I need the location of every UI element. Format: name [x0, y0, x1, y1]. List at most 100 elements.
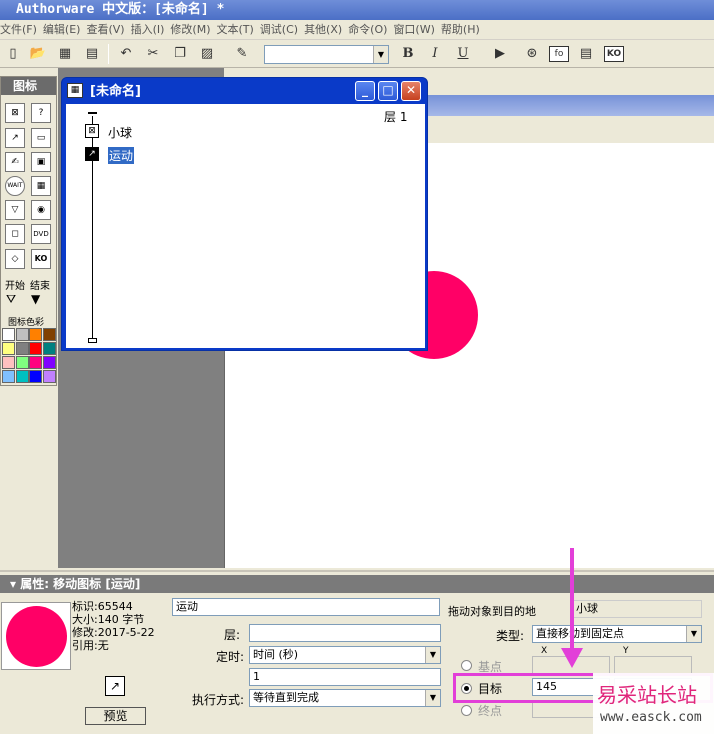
menu-item[interactable]: 文本(T) [216, 20, 259, 40]
end-flag-icon[interactable]: ▼ [31, 292, 40, 306]
bold-button[interactable]: B [398, 44, 418, 64]
icon-label-ball[interactable]: 小球 [108, 124, 132, 141]
toolbar: ▯ 📂 ▦ ▤ ↶ ✂ ❐ ▨ ✎ ▼ B I U ▶ ⊛ fo ▤ KO [0, 40, 714, 68]
icon-label-motion[interactable]: 运动 [108, 147, 135, 164]
font-style-combo[interactable]: ▼ [264, 45, 389, 64]
save-all-icon[interactable]: ▦ [55, 44, 75, 64]
color-swatch[interactable] [29, 370, 42, 383]
color-swatch[interactable] [29, 328, 42, 341]
italic-button[interactable]: I [425, 44, 445, 64]
open-folder-icon[interactable]: 📂 [28, 44, 48, 64]
menu-item[interactable]: 文件(F) [0, 20, 43, 40]
icon-name-field[interactable]: 运动 [172, 598, 440, 616]
minimize-button[interactable]: _ [355, 81, 375, 101]
control-panel-icon[interactable]: ⊛ [522, 44, 542, 64]
motion-type-value: 直接移动到固定点 [536, 627, 624, 640]
navigate-icon[interactable]: ▽ [5, 200, 25, 220]
info-size: 大小:140 字节 [72, 613, 145, 626]
menu-item[interactable]: 修改(M) [170, 20, 216, 40]
timing-value-field[interactable]: 1 [249, 668, 441, 686]
layer-field[interactable] [249, 624, 441, 642]
icon-preview [1, 602, 71, 670]
undo-icon[interactable]: ↶ [116, 44, 136, 64]
color-swatch[interactable] [42, 342, 56, 355]
color-swatch[interactable] [42, 328, 56, 341]
motion-type-select[interactable]: 直接移动到固定点 ▼ [532, 625, 702, 643]
digital-movie-icon[interactable]: ▦ [31, 176, 51, 196]
motion-icon[interactable]: ↗ [5, 128, 25, 148]
start-flag-icon[interactable]: ⛛ [6, 292, 16, 307]
collapse-icon[interactable]: ▾ [10, 577, 20, 591]
watermark-text: 易采站长站 [597, 683, 697, 707]
execution-label: 执行方式: [192, 693, 245, 707]
calculation-icon[interactable]: ✍ [5, 152, 25, 172]
copy-icon[interactable]: ❐ [170, 44, 190, 64]
erase-icon[interactable]: ▭ [31, 128, 51, 148]
color-swatch[interactable] [15, 328, 29, 341]
ball-preview-graphic [6, 606, 67, 667]
display-icon[interactable]: ⊠ [5, 103, 25, 123]
x-column-header: X [541, 646, 548, 656]
color-swatch[interactable] [15, 356, 29, 369]
color-swatch[interactable] [29, 342, 42, 355]
new-file-icon[interactable]: ▯ [3, 44, 23, 64]
cut-icon[interactable]: ✂ [143, 44, 163, 64]
underline-button[interactable]: U [453, 44, 473, 64]
menu-item[interactable]: 编辑(E) [43, 20, 87, 40]
preview-button[interactable]: 预览 [85, 707, 146, 725]
menu-bar: 文件(F) 编辑(E) 查看(V) 插入(I) 修改(M) 文本(T) 调试(C) 其他(X)… [0, 20, 714, 40]
type-label: 类型: [496, 629, 525, 643]
base-radio[interactable] [461, 660, 472, 671]
paste-icon[interactable]: ▨ [197, 44, 217, 64]
menu-item[interactable]: 窗口(W) [393, 20, 440, 40]
menu-item[interactable]: 调试(C) [260, 20, 304, 40]
color-swatch[interactable] [2, 328, 15, 341]
knowledge-object-icon[interactable]: KO [31, 249, 51, 269]
menu-item[interactable]: 查看(V) [86, 20, 130, 40]
chevron-down-icon: ▼ [686, 626, 701, 642]
chevron-down-icon: ▼ [425, 647, 440, 663]
map-icon[interactable]: ▣ [31, 152, 51, 172]
info-id: 标识:65544 [72, 600, 133, 613]
framework-icon[interactable]: ◻ [5, 224, 25, 244]
sound-icon[interactable]: ◉ [31, 200, 51, 220]
watermark-url: www.easck.com [600, 710, 702, 725]
color-swatch[interactable] [2, 370, 15, 383]
execution-select[interactable]: 等待直到完成 ▼ [249, 689, 441, 707]
color-swatch[interactable] [2, 342, 15, 355]
find-icon[interactable]: ✎ [232, 44, 252, 64]
video-icon[interactable]: DVD [31, 224, 51, 244]
color-swatch[interactable] [29, 356, 42, 369]
interaction-icon[interactable]: ◇ [5, 249, 25, 269]
functions-button[interactable]: fo [549, 46, 569, 62]
color-swatch[interactable] [15, 342, 29, 355]
app-title-bar: Authorware 中文版：[未命名] * [0, 0, 714, 20]
display-icon[interactable]: ⊠ [85, 124, 99, 138]
timing-select[interactable]: 时间 (秒) ▼ [249, 646, 441, 664]
properties-title-text: 属性: 移动图标 [运动] [20, 577, 141, 591]
knowledge-objects-button[interactable]: KO [604, 46, 624, 62]
motion-icon: ↗ [105, 676, 125, 696]
import-icon[interactable]: ▤ [82, 44, 102, 64]
decision-icon[interactable]: ? [31, 103, 51, 123]
close-button[interactable]: ✕ [401, 81, 421, 101]
color-swatch[interactable] [2, 356, 15, 369]
menu-item[interactable]: 帮助(H) [441, 20, 486, 40]
play-icon[interactable]: ▶ [490, 44, 510, 64]
drag-object-field: 小球 [572, 600, 702, 618]
wait-icon[interactable]: WAIT [5, 176, 25, 196]
maximize-button[interactable]: □ [378, 81, 398, 101]
chevron-down-icon: ▼ [425, 690, 440, 706]
flowline-end-cap [88, 338, 97, 343]
menu-item[interactable]: 命令(O) [348, 20, 393, 40]
color-swatch[interactable] [42, 356, 56, 369]
timing-select-value: 时间 (秒) [253, 648, 299, 661]
end-radio[interactable] [461, 705, 472, 716]
menu-item[interactable]: 其他(X) [304, 20, 348, 40]
menu-item[interactable]: 插入(I) [131, 20, 171, 40]
color-swatch[interactable] [42, 370, 56, 383]
variables-icon[interactable]: ▤ [576, 44, 596, 64]
motion-icon[interactable]: ↗ [85, 147, 99, 161]
color-swatch[interactable] [15, 370, 29, 383]
base-y-field [614, 656, 692, 674]
